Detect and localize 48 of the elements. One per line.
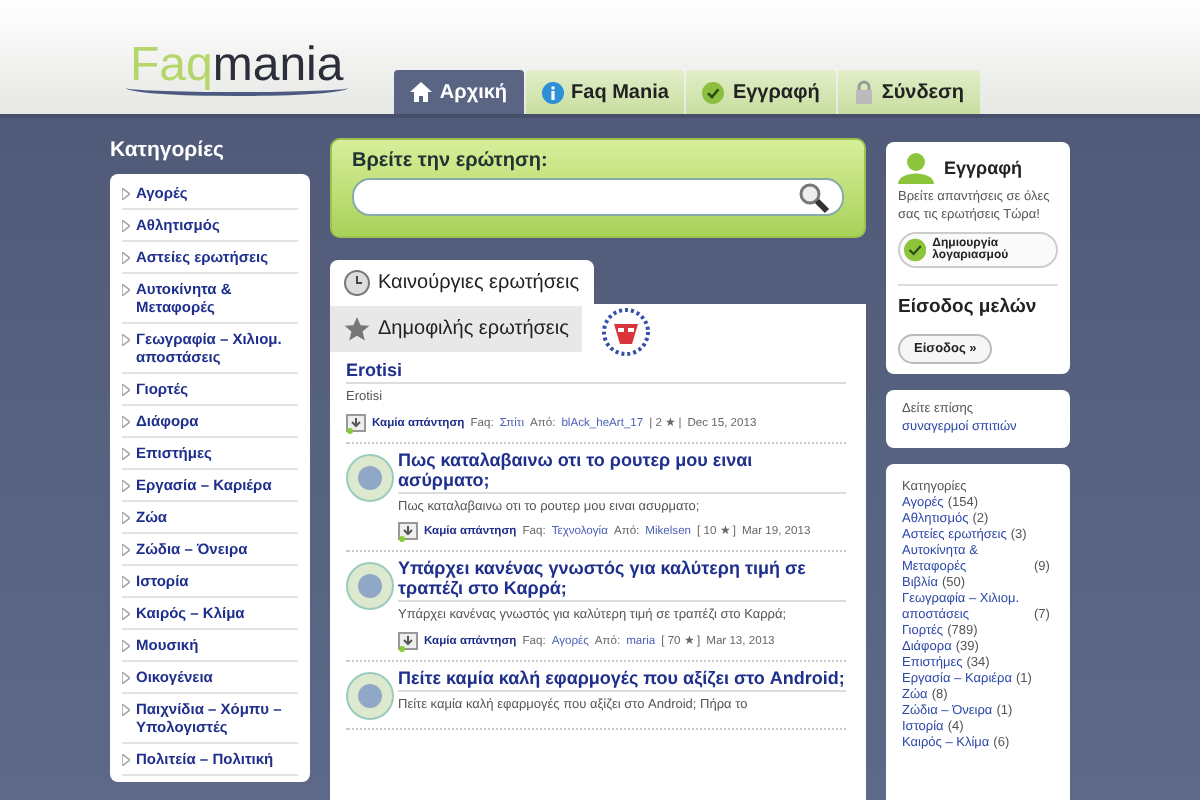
question-title[interactable]: Erotisi — [346, 360, 846, 384]
arrow-icon — [122, 416, 130, 428]
nav-tab[interactable]: Σύνδεση — [837, 70, 980, 114]
home-icon — [409, 82, 432, 102]
arrow-icon — [122, 576, 130, 588]
arrow-icon — [122, 608, 130, 620]
arrow-icon — [122, 284, 130, 296]
question-title[interactable]: Υπάρχει κανένας γνωστός για καλύτερη τιμή σε τραπέζι στο Καρρά; — [398, 558, 846, 602]
info-icon — [541, 81, 564, 103]
clock-icon — [344, 270, 370, 296]
arrow-icon — [122, 672, 130, 684]
arrow-icon — [122, 480, 130, 492]
arrow-icon — [122, 384, 130, 396]
avatar-image — [346, 453, 394, 501]
content-tab[interactable]: Καινούργιες ερωτήσεις — [330, 260, 594, 306]
search-field[interactable] — [352, 178, 844, 216]
answer-icon — [346, 413, 366, 433]
register-title: Εγγραφή — [944, 158, 1023, 178]
arrow-icon — [122, 512, 130, 524]
arrow-icon — [122, 544, 130, 556]
answer-icon — [398, 631, 418, 651]
star-icon — [344, 316, 370, 342]
lock-icon — [853, 80, 874, 104]
arrow-icon — [122, 334, 130, 346]
answer-icon — [398, 522, 418, 542]
arrow-icon — [122, 448, 130, 460]
user-icon — [898, 152, 934, 184]
login-title: Είσοδος μελών — [898, 296, 1039, 318]
search-icon — [798, 181, 830, 213]
question-title[interactable]: Πείτε καμία καλή εφαρμογές που αξίζει στο Android; — [398, 667, 846, 691]
arrow-icon — [122, 704, 130, 716]
nav-tab[interactable]: Εγγραφή — [686, 70, 836, 114]
nav-tab[interactable]: Αρχική — [393, 70, 524, 114]
arrow-icon — [122, 754, 130, 766]
arrow-icon — [122, 220, 130, 232]
content-tab[interactable]: Δημοφιλής ερωτήσεις — [330, 306, 583, 352]
site-logo[interactable]: Faqmania — [126, 40, 348, 96]
question-title[interactable]: Πως καταλαβαινω οτι το ρουτερ μου ειναι ασύρματο; — [398, 449, 846, 493]
sidebar-title: Κατηγορίες — [110, 138, 227, 162]
arrow-icon — [122, 640, 130, 652]
arrow-icon — [122, 188, 130, 200]
avatar-image — [346, 671, 394, 719]
check-icon — [702, 81, 725, 103]
arrow-icon — [122, 252, 130, 264]
check-icon — [904, 236, 927, 264]
avatar-image — [346, 562, 394, 610]
nav-tab[interactable]: Faq Mania — [525, 70, 685, 114]
search-label: Βρείτε την ερώτηση: — [352, 150, 550, 172]
